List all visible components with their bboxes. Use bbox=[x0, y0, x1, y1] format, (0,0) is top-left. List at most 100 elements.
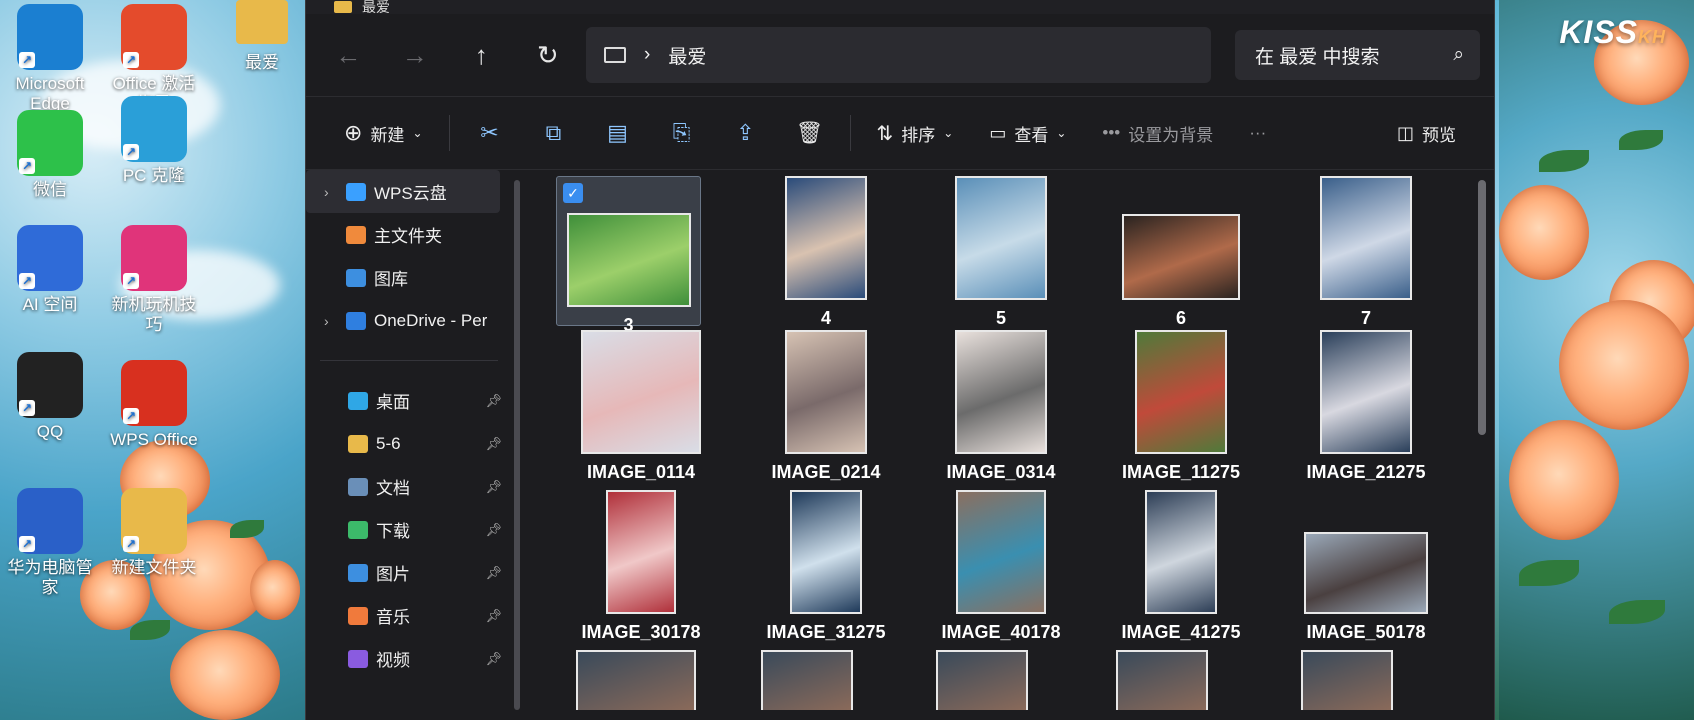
image-thumbnail bbox=[606, 490, 676, 614]
new-button[interactable]: ⊕ 新建 ⌄ bbox=[326, 108, 441, 158]
pin-icon[interactable]: 📌︎ bbox=[485, 479, 502, 495]
gallery-icon bbox=[346, 268, 366, 287]
desktop-shortcut[interactable]: ↗ 华为电脑管家 bbox=[0, 488, 100, 597]
file-item[interactable]: IMAGE_0114 bbox=[566, 330, 716, 483]
file-item[interactable]: 5 bbox=[926, 176, 1076, 329]
desktop-shortcut-label: Microsoft Edge bbox=[15, 74, 85, 113]
search-box[interactable]: 在 最爱 中搜索 ⌕ bbox=[1235, 30, 1480, 80]
share-button[interactable]: ⇪ bbox=[714, 108, 778, 158]
file-item[interactable]: IMAGE_40178 bbox=[926, 490, 1076, 643]
shortcut-arrow-icon: ↗ bbox=[19, 536, 35, 552]
file-item[interactable]: IMAGE_50178 bbox=[1291, 490, 1441, 643]
file-item[interactable]: ✓ 3 bbox=[556, 176, 701, 335]
sidebar-item[interactable]: 图库 bbox=[306, 256, 506, 299]
desktop-folder-partial[interactable]: 最爱 bbox=[222, 0, 302, 73]
onedrive-icon bbox=[346, 311, 366, 330]
back-button[interactable]: ← bbox=[320, 32, 377, 78]
refresh-icon: ↻ bbox=[536, 39, 559, 70]
sidebar-pinned-item[interactable]: 视频 📌︎ bbox=[306, 637, 506, 680]
chevron-down-icon: ⌄ bbox=[943, 126, 954, 140]
delete-button[interactable]: 🗑︎ bbox=[778, 108, 842, 158]
cut-button[interactable]: ✂ bbox=[458, 108, 522, 158]
desktop-shortcut[interactable]: ↗ AI 空间 bbox=[0, 225, 100, 315]
pin-icon[interactable]: 📌︎ bbox=[485, 651, 502, 667]
shortcut-arrow-icon: ↗ bbox=[19, 400, 35, 416]
pin-icon[interactable]: 📌︎ bbox=[485, 608, 502, 624]
file-item[interactable]: IMAGE_11275 bbox=[1106, 330, 1256, 483]
sidebar-item[interactable]: › WPS云盘 bbox=[306, 170, 500, 213]
toolbar-divider bbox=[448, 115, 450, 151]
desktop-shortcut[interactable]: ↗ 新建文件夹 bbox=[104, 488, 204, 578]
file-item[interactable]: IMAGE_30178 bbox=[566, 490, 716, 643]
checkbox-checked-icon[interactable]: ✓ bbox=[563, 183, 583, 203]
sidebar-item-label: 音乐 bbox=[376, 608, 410, 627]
file-name: 4 bbox=[820, 308, 831, 328]
preview-button[interactable]: ◫ 预览 bbox=[1379, 108, 1474, 158]
see-more-button[interactable]: ··· bbox=[1231, 108, 1284, 158]
chevron-right-icon[interactable]: › bbox=[324, 184, 338, 200]
preview-label: 预览 bbox=[1422, 125, 1456, 145]
file-item[interactable]: IMAGE_0314 bbox=[926, 330, 1076, 483]
breadcrumb-location[interactable]: 最爱 bbox=[668, 42, 706, 69]
desktop-shortcut[interactable]: ↗ 新机玩机技巧 bbox=[104, 225, 204, 334]
shortcut-arrow-icon: ↗ bbox=[123, 144, 139, 160]
sidebar-pinned-item[interactable]: 下载 📌︎ bbox=[306, 508, 506, 551]
file-item[interactable]: IMAGE_21275 bbox=[1291, 330, 1441, 483]
sidebar-pinned-item[interactable]: 图片 📌︎ bbox=[306, 551, 506, 594]
pin-icon[interactable]: 📌︎ bbox=[485, 522, 502, 538]
file-item[interactable]: IMAGE_0214 bbox=[751, 330, 901, 483]
file-item[interactable]: IMAGE_41275 bbox=[1106, 490, 1256, 643]
sidebar-item[interactable]: › OneDrive - Per bbox=[306, 299, 506, 342]
shortcut-arrow-icon: ↗ bbox=[19, 158, 35, 174]
forward-button[interactable]: → bbox=[387, 32, 444, 78]
image-thumbnail-partial[interactable] bbox=[761, 650, 853, 710]
image-thumbnail bbox=[566, 213, 691, 307]
desktop-shortcut[interactable]: ↗ 微信 bbox=[0, 110, 100, 200]
wechat-icon: ↗ bbox=[17, 110, 83, 176]
sidebar-item-label: 下载 bbox=[376, 522, 410, 541]
pin-icon[interactable]: 📌︎ bbox=[485, 393, 502, 409]
file-explorer-window: 最爱 ← → ↑ ↻ › 最爱 在 最爱 中搜索 ⌕ ⊕ 新建 ⌄ ✂ ⧉ ▤ … bbox=[305, 0, 1495, 720]
sidebar-pinned-item[interactable]: 桌面 📌︎ bbox=[306, 379, 506, 422]
refresh-button[interactable]: ↻ bbox=[520, 32, 577, 78]
sidebar-pinned-item[interactable]: 音乐 📌︎ bbox=[306, 594, 506, 637]
rename-button[interactable]: ⎘ bbox=[650, 108, 714, 158]
pin-icon[interactable]: 📌︎ bbox=[485, 565, 502, 581]
set-as-background-button[interactable]: ••• 设置为背景 bbox=[1084, 108, 1231, 158]
image-thumbnail-partial[interactable] bbox=[576, 650, 696, 710]
set-as-background-label: 设置为背景 bbox=[1128, 125, 1214, 145]
sidebar-item-label: 主文件夹 bbox=[374, 227, 442, 246]
image-thumbnail-partial[interactable] bbox=[1301, 650, 1393, 710]
paste-button[interactable]: ▤ bbox=[586, 108, 650, 158]
plus-circle-icon: ⊕ bbox=[344, 120, 363, 145]
brand-watermark: KISSKH bbox=[1559, 14, 1666, 50]
folder-icon bbox=[334, 1, 352, 13]
pin-icon[interactable]: 📌︎ bbox=[485, 436, 502, 452]
up-button[interactable]: ↑ bbox=[453, 32, 510, 78]
sidebar-item[interactable]: 主文件夹 bbox=[306, 213, 506, 256]
file-item[interactable]: 4 bbox=[751, 176, 901, 329]
desktop-shortcut[interactable]: ↗ QQ bbox=[0, 352, 100, 442]
file-name: IMAGE_30178 bbox=[581, 622, 701, 642]
file-item[interactable]: 7 bbox=[1291, 176, 1441, 329]
sidebar-pinned-item[interactable]: 5-6 📌︎ bbox=[306, 422, 506, 465]
chevron-right-icon[interactable]: › bbox=[324, 313, 338, 329]
image-thumbnail-partial[interactable] bbox=[936, 650, 1028, 710]
folder-icon: ↗ bbox=[121, 488, 187, 554]
sort-label: 排序 bbox=[901, 125, 936, 145]
desktop-shortcut[interactable]: ↗ WPS Office bbox=[104, 360, 204, 450]
sidebar-pinned-item[interactable]: 文档 📌︎ bbox=[306, 465, 506, 508]
file-item[interactable]: 6 bbox=[1106, 176, 1256, 329]
image-thumbnail-partial[interactable] bbox=[1116, 650, 1208, 710]
content-scrollbar[interactable] bbox=[1478, 180, 1486, 435]
file-item[interactable]: IMAGE_31275 bbox=[751, 490, 901, 643]
file-name: IMAGE_0214 bbox=[771, 462, 881, 482]
view-button[interactable]: ▭ 查看 ⌄ bbox=[971, 108, 1084, 158]
shortcut-arrow-icon: ↗ bbox=[123, 52, 139, 68]
pictures-icon bbox=[348, 563, 368, 582]
desktop-shortcut[interactable]: ↗ PC 克隆 bbox=[104, 96, 204, 186]
desktop-shortcut[interactable]: ↗ Microsoft Edge bbox=[0, 4, 100, 113]
sort-button[interactable]: ⇅ 排序 ⌄ bbox=[859, 108, 972, 158]
address-bar[interactable]: › 最爱 bbox=[586, 27, 1211, 83]
copy-button[interactable]: ⧉ bbox=[522, 108, 586, 158]
